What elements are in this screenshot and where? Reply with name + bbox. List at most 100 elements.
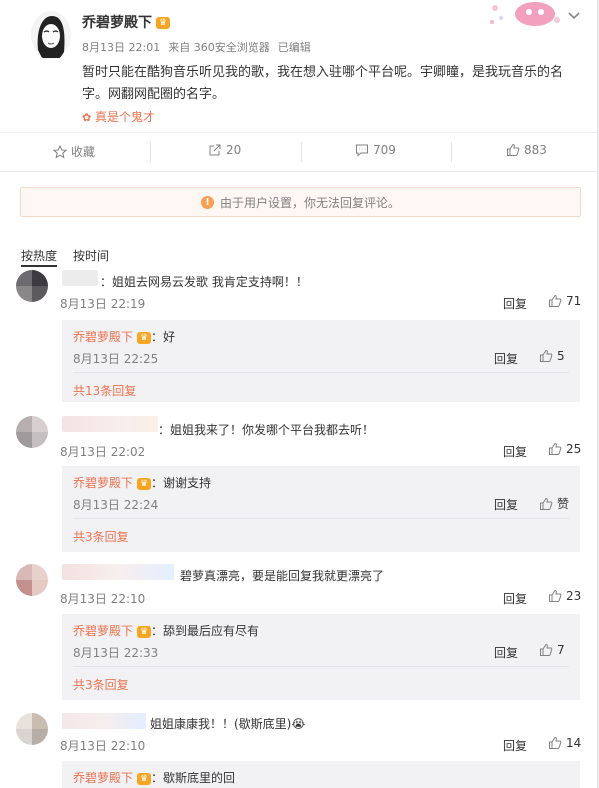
repost-button[interactable]: 20 xyxy=(208,143,241,157)
commenter-name-blurred[interactable] xyxy=(62,713,146,729)
sub-reply-box: 乔碧萝殿下 ♛ ：谢谢支持 8月13日 22:24 回复 赞 共3条回复 xyxy=(62,466,580,552)
comment-item: 碧萝真漂亮，要是能回复我就更漂亮了 8月13日 22:10 回复 23 乔碧萝殿… xyxy=(0,556,597,701)
comment-button[interactable]: 709 xyxy=(355,143,396,157)
weibo-card: 乔碧萝殿下 ♛ 8月13日 22:01 来自 360安全浏览器 已编辑 暂时只能在酷狗… xyxy=(0,0,598,788)
comment-time: 8月13日 22:02 xyxy=(60,445,146,459)
comment-text: ：姐姐我来了！你发哪个平台我都去听！ xyxy=(158,423,375,437)
author-name-text[interactable]: 乔碧萝殿下 xyxy=(82,15,152,31)
notice-text: 由于用户设置，你无法回复评论。 xyxy=(219,195,400,210)
vip-badge-icon: ♛ xyxy=(156,17,170,29)
topic-label[interactable]: 真是个鬼才 xyxy=(95,110,155,124)
sub-reply-time: 8月13日 22:33 xyxy=(73,646,159,660)
sub-reply-line: 乔碧萝殿下 ♛ ：谢谢支持 xyxy=(73,474,211,491)
divider xyxy=(73,666,569,667)
comment-like-button[interactable]: 23 xyxy=(548,589,581,603)
comment-like-button[interactable]: 14 xyxy=(548,736,581,750)
post-date[interactable]: 8月13日 22:01 xyxy=(82,41,160,54)
comment-time: 8月13日 22:19 xyxy=(60,297,146,311)
commenter-avatar[interactable] xyxy=(16,564,48,596)
author-avatar[interactable] xyxy=(30,10,72,60)
vip-badge-icon: ♛ xyxy=(137,477,152,490)
sub-reply-like-button[interactable]: 赞 xyxy=(539,495,569,512)
commenter-avatar[interactable] xyxy=(16,713,48,745)
favorite-button[interactable]: 收藏 xyxy=(53,143,95,160)
commenter-avatar[interactable] xyxy=(16,270,48,302)
vip-badge-icon: ♛ xyxy=(137,772,152,785)
sub-reply-author[interactable]: 乔碧萝殿下 xyxy=(73,330,133,344)
post-edited: 已编辑 xyxy=(277,41,311,54)
thumb-up-icon xyxy=(540,643,553,656)
sub-reply-author[interactable]: 乔碧萝殿下 xyxy=(73,624,133,638)
sub-reply-text: ：好 xyxy=(151,330,176,344)
comment-reply-button[interactable]: 回复 xyxy=(503,443,527,460)
sub-reply-button[interactable]: 回复 xyxy=(494,350,518,367)
sub-reply-line: 乔碧萝殿下 ♛ ：好 xyxy=(73,328,175,345)
thumb-up-icon xyxy=(549,736,562,749)
comment-like-count: 14 xyxy=(566,736,582,750)
sub-reply-like-count: 7 xyxy=(557,643,565,657)
more-replies-link[interactable]: 共3条回复 xyxy=(73,528,129,545)
sub-reply-like-button[interactable]: 5 xyxy=(539,349,565,363)
divider xyxy=(73,518,569,519)
sub-reply-time: 8月13日 22:24 xyxy=(73,498,159,512)
comment-reply-button[interactable]: 回复 xyxy=(503,295,527,312)
comment-like-button[interactable]: 25 xyxy=(548,442,581,456)
sub-reply-text: ：谢谢支持 xyxy=(151,476,212,490)
sub-reply-button[interactable]: 回复 xyxy=(494,644,518,661)
sub-reply-like-count: 5 xyxy=(557,349,565,363)
sub-reply-like-button[interactable]: 7 xyxy=(539,643,565,657)
reply-disabled-notice: ! 由于用户设置，你无法回复评论。 xyxy=(20,187,581,217)
comment-reply-button[interactable]: 回复 xyxy=(503,590,527,607)
post-text: 暂时只能在酷狗音乐听见我的歌，我在想入驻哪个平台呢。宇卿瞳，是我玩音乐的名字。网… xyxy=(82,65,564,102)
sub-reply-box: 乔碧萝殿下 ♛ ：舔到最后应有尽有 8月13日 22:33 回复 7 共3条回复 xyxy=(62,614,580,700)
comment-item: 姐姐康康我！！(歇斯底里)😭 8月13日 22:10 回复 14 乔碧萝殿下 ♛：… xyxy=(0,705,597,788)
sub-reply-like-count: 赞 xyxy=(557,497,570,511)
star-icon xyxy=(53,144,67,159)
comment-like-button[interactable]: 71 xyxy=(548,294,581,308)
comment-like-count: 25 xyxy=(566,442,582,456)
sub-reply-author[interactable]: 乔碧萝殿下 xyxy=(73,476,133,490)
vip-badge-icon: ♛ xyxy=(137,625,152,638)
thumb-up-icon xyxy=(549,589,562,602)
sub-reply-line: 乔碧萝殿下 ♛ ：歇斯底里的回 xyxy=(73,769,235,786)
comment-like-count: 71 xyxy=(566,294,582,308)
comment-icon xyxy=(356,144,368,157)
commenter-name-blurred[interactable] xyxy=(62,270,98,286)
comment-item: ：姐姐去网易云发歌 我肯定支持啊！！ 8月13日 22:19 回复 71 乔碧萝… xyxy=(0,262,597,407)
sub-reply-text: ：舔到最后应有尽有 xyxy=(151,624,260,638)
sub-reply-author[interactable]: 乔碧萝殿下 xyxy=(73,771,133,785)
post: 乔碧萝殿下 ♛ 8月13日 22:01 来自 360安全浏览器 已编辑 暂时只能在酷狗… xyxy=(0,0,597,132)
author-name[interactable]: 乔碧萝殿下 ♛ xyxy=(82,12,170,32)
sub-reply-box: 乔碧萝殿下 ♛ ：歇斯底里的回 xyxy=(62,761,580,788)
post-source: 来自 360安全浏览器 xyxy=(168,41,270,54)
sub-reply-text: ：歇斯底里的回 xyxy=(151,771,236,785)
repost-icon xyxy=(209,144,221,156)
sub-reply-line: 乔碧萝殿下 ♛ ：舔到最后应有尽有 xyxy=(73,622,259,639)
commenter-name-blurred[interactable] xyxy=(62,564,174,580)
more-replies-link[interactable]: 共3条回复 xyxy=(73,676,129,693)
divider xyxy=(451,142,452,162)
thumb-up-icon xyxy=(540,497,553,510)
more-replies-link[interactable]: 共13条回复 xyxy=(73,382,136,399)
sub-reply-button[interactable]: 回复 xyxy=(494,496,518,513)
thumb-up-icon xyxy=(549,294,562,307)
divider xyxy=(73,372,569,373)
chevron-down-icon[interactable] xyxy=(567,8,581,22)
comment-reply-button[interactable]: 回复 xyxy=(503,737,527,754)
comment-item: ：姐姐我来了！你发哪个平台我都去听！ 8月13日 22:02 回复 25 乔碧萝… xyxy=(0,408,597,553)
repost-count: 20 xyxy=(226,143,242,157)
like-button[interactable]: 883 xyxy=(506,143,547,157)
sub-reply-time: 8月13日 22:25 xyxy=(73,352,159,366)
comment-text: ：姐姐去网易云发歌 我肯定支持啊！！ xyxy=(100,275,308,289)
thumb-up-icon xyxy=(507,143,520,156)
commenter-avatar[interactable] xyxy=(16,416,48,448)
divider xyxy=(150,142,151,162)
commenter-name-blurred[interactable] xyxy=(62,416,158,432)
warning-icon: ! xyxy=(200,195,214,209)
topic-link[interactable]: ✿ 真是个鬼才 xyxy=(82,108,155,125)
like-count: 883 xyxy=(524,143,547,157)
tab-sort-time[interactable]: 按时间 xyxy=(73,249,109,263)
divider xyxy=(301,142,302,162)
comment-text: 碧萝真漂亮，要是能回复我就更漂亮了 xyxy=(180,569,385,583)
thumb-up-icon xyxy=(549,442,562,455)
